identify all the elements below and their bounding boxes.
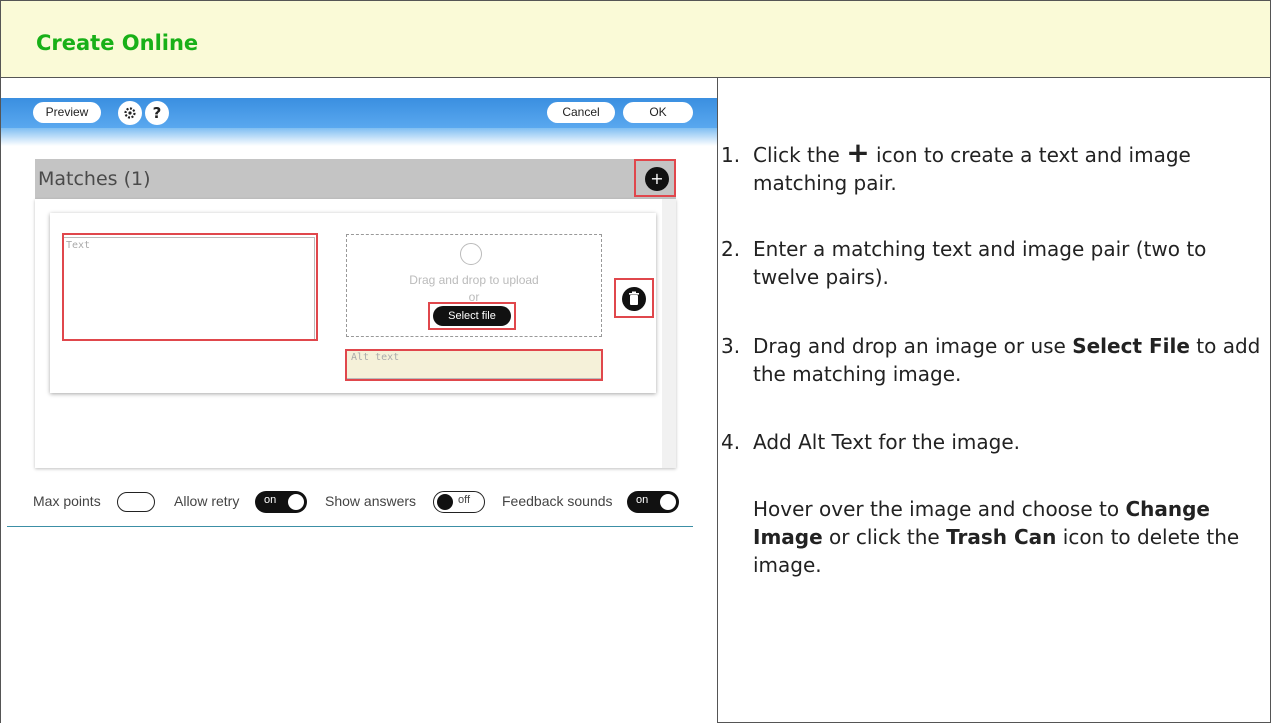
image-dropzone[interactable]: Drag and drop to upload or Select file xyxy=(346,234,602,337)
show-answers-state: off xyxy=(458,494,471,506)
divider-line xyxy=(7,526,693,527)
hover-text-a: Hover over the image and choose to xyxy=(753,497,1120,521)
settings-button[interactable] xyxy=(118,101,142,125)
step-number: 2. xyxy=(721,237,741,261)
step-number: 3. xyxy=(721,334,741,358)
instructions-panel: 1. Click the + icon to create a text and… xyxy=(718,79,1270,723)
allow-retry-label: Allow retry xyxy=(174,493,240,509)
allow-retry-toggle[interactable]: on xyxy=(255,491,307,513)
image-icon xyxy=(460,243,482,265)
allow-retry-state: on xyxy=(264,494,277,506)
feedback-sounds-toggle[interactable]: on xyxy=(627,491,679,513)
feedback-sounds-label: Feedback sounds xyxy=(502,493,613,509)
hover-note-text: Hover over the image and choose to Chang… xyxy=(753,495,1263,579)
show-answers-label: Show answers xyxy=(325,493,417,509)
page-header: Create Online xyxy=(0,0,1271,78)
highlight-select-file xyxy=(428,302,516,330)
dropzone-text: Drag and drop to upload xyxy=(409,273,539,287)
options-row: Max points Allow retry on Show answers o… xyxy=(1,491,717,515)
highlight-text-input xyxy=(62,233,318,341)
editor-toolbar: Preview ? Cancel OK xyxy=(1,98,717,128)
ok-button[interactable]: OK xyxy=(623,102,693,123)
step-3-bold: Select File xyxy=(1072,334,1190,358)
matches-header: Matches (1) + xyxy=(35,159,676,199)
toggle-knob xyxy=(660,494,676,510)
show-answers-toggle[interactable]: off xyxy=(433,491,485,513)
step-2-text: Enter a matching text and image pair (tw… xyxy=(753,237,1207,289)
highlight-alt-text xyxy=(345,349,603,381)
page-title: Create Online xyxy=(36,31,199,55)
toolbar-fade xyxy=(1,128,717,146)
match-pair-card: Text Drag and drop to upload or Select f… xyxy=(50,213,656,393)
gear-icon xyxy=(124,107,136,119)
hover-bold-2: Trash Can xyxy=(946,525,1057,549)
scrollbar[interactable] xyxy=(662,199,676,468)
step-3-text-a: Drag and drop an image or use xyxy=(753,334,1066,358)
toggle-knob xyxy=(288,494,304,510)
help-button[interactable]: ? xyxy=(145,101,169,125)
preview-button[interactable]: Preview xyxy=(33,102,101,123)
plus-icon: + xyxy=(846,136,870,169)
step-number: 4. xyxy=(721,430,741,454)
step-4-text: Add Alt Text for the image. xyxy=(753,430,1021,454)
matches-list: Text Drag and drop to upload or Select f… xyxy=(35,199,676,468)
editor-screenshot: Preview ? Cancel OK Matches (1) + Text D… xyxy=(1,79,717,723)
step-1-text-a: Click the xyxy=(753,143,840,167)
toggle-knob xyxy=(437,494,453,510)
matches-title: Matches (1) xyxy=(38,168,151,190)
cancel-button[interactable]: Cancel xyxy=(547,102,615,123)
feedback-sounds-state: on xyxy=(636,494,649,506)
step-number: 1. xyxy=(721,143,741,167)
hover-text-b: or click the xyxy=(829,525,940,549)
step-1-text: Click the + icon to create a text and im… xyxy=(753,139,1263,197)
step-3-text: Drag and drop an image or use Select Fil… xyxy=(753,332,1263,388)
highlight-trash-button xyxy=(614,278,654,318)
max-points-label: Max points xyxy=(33,493,101,509)
max-points-input[interactable] xyxy=(117,492,155,512)
highlight-add-button xyxy=(634,159,676,197)
